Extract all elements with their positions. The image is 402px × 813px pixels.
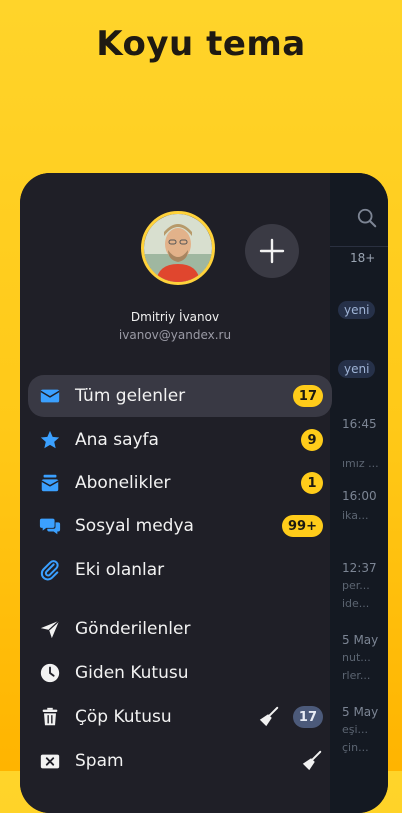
chat-bubbles-icon — [39, 518, 61, 535]
mail-snippet: ımız ... — [342, 457, 379, 470]
folder-sent[interactable]: Gönderilenler — [28, 608, 332, 650]
spam-icon — [40, 754, 60, 769]
folder-inbox[interactable]: Tüm gelenler 17 — [28, 375, 332, 417]
envelope-icon — [40, 389, 60, 403]
promo-title: Koyu tema — [96, 24, 306, 64]
mail-snippet: nut... — [342, 651, 371, 664]
folder-social[interactable]: Sosyal medya 99+ — [28, 505, 332, 547]
plus-icon — [259, 238, 285, 264]
unread-badge: 99+ — [282, 515, 323, 537]
unread-badge: 17 — [292, 385, 323, 407]
mail-time: 16:45 — [342, 417, 377, 431]
mail-time: 16:00 — [342, 489, 377, 503]
subscriptions-icon — [41, 474, 59, 492]
account-name: Dmitriy İvanov — [130, 310, 220, 324]
count-badge: 17 — [292, 706, 323, 728]
folder-label: Gönderilenler — [75, 619, 191, 639]
account-email: ivanov@yandex.ru — [118, 328, 232, 342]
folder-label: Çöp Kutusu — [75, 707, 172, 727]
phone-screen: 18+ yeni yeni 16:45 ımız ... 16:00 ika..… — [20, 173, 388, 813]
search-icon[interactable] — [356, 207, 378, 229]
unread-counter: 18+ — [350, 251, 376, 265]
mail-time: 5 May — [342, 633, 379, 647]
mail-snippet: eşi... — [342, 723, 369, 736]
folder-attachments[interactable]: Eki olanlar — [28, 549, 332, 591]
list-divider — [326, 246, 388, 247]
folder-label: Eki olanlar — [75, 560, 165, 580]
mail-time: 5 May — [342, 705, 379, 719]
trash-icon — [42, 707, 58, 726]
mail-snippet: per... — [342, 579, 370, 592]
folder-label: Abonelikler — [75, 473, 171, 493]
mail-snippet: ika... — [342, 509, 369, 522]
navigation-drawer: Dmitriy İvanov ivanov@yandex.ru Tüm gele… — [20, 173, 332, 813]
folder-trash[interactable]: Çöp Kutusu 17 — [28, 696, 332, 738]
unread-badge: 1 — [301, 472, 323, 494]
new-chip: yeni — [338, 360, 376, 378]
mail-snippet: çin... — [342, 741, 369, 754]
star-icon — [40, 430, 60, 449]
folder-subscriptions[interactable]: Abonelikler 1 — [28, 462, 332, 504]
avatar[interactable] — [141, 211, 215, 285]
broom-icon[interactable] — [301, 750, 323, 772]
send-icon — [40, 620, 60, 639]
unread-badge: 9 — [301, 429, 323, 451]
mail-snippet: rler... — [342, 669, 371, 682]
folder-label: Sosyal medya — [75, 516, 194, 536]
add-account-button[interactable] — [245, 224, 299, 278]
folder-spam[interactable]: Spam — [28, 740, 332, 782]
folder-label: Tüm gelenler — [75, 386, 186, 406]
folder-main[interactable]: Ana sayfa 9 — [28, 419, 332, 461]
folder-label: Ana sayfa — [75, 430, 159, 450]
paperclip-icon — [40, 560, 59, 581]
mail-snippet: ide... — [342, 597, 370, 610]
clock-icon — [40, 663, 60, 683]
new-chip: yeni — [338, 301, 376, 319]
mail-time: 12:37 — [342, 561, 377, 575]
folder-outbox[interactable]: Giden Kutusu — [28, 652, 332, 694]
broom-icon[interactable] — [258, 706, 280, 728]
folder-label: Giden Kutusu — [75, 663, 189, 683]
folder-label: Spam — [75, 751, 124, 771]
